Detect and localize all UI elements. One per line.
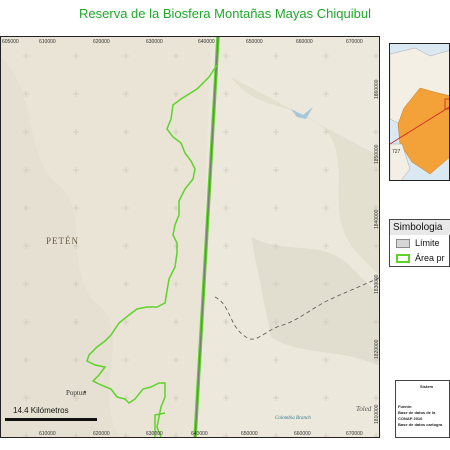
inset-canvas — [390, 44, 449, 180]
legend-swatch-protected-area — [396, 254, 410, 263]
district-label: Toled — [356, 405, 372, 413]
legend-label-protected-area: Área pr — [415, 253, 445, 263]
info-line: Fuente: — [398, 404, 413, 409]
river-label: Colombia Branch — [275, 416, 311, 421]
x-tick-bottom: 650000 — [241, 431, 258, 437]
x-tick: 670000 — [346, 39, 363, 45]
x-tick-bottom: 670000 — [346, 431, 363, 437]
info-line: Base de datos de la — [398, 410, 436, 415]
x-tick: 610000 — [39, 39, 56, 45]
town-label-poptun: Poptun — [66, 389, 86, 397]
scale-bar-label: 14.4 Kilómetros — [13, 406, 69, 415]
legend-title: Simbologia — [393, 222, 443, 233]
x-tick: 605000 — [2, 39, 19, 45]
x-tick: 620000 — [93, 39, 110, 45]
y-tick: 1850000 — [374, 144, 380, 164]
x-tick: 660000 — [296, 39, 313, 45]
region-label-peten: PETÉN — [46, 236, 79, 246]
map-title: Reserva de la Biosfera Montañas Mayas Ch… — [79, 6, 371, 21]
x-tick: 630000 — [146, 39, 163, 45]
x-tick-bottom: 630000 — [146, 431, 163, 437]
y-tick: 1840000 — [374, 209, 380, 229]
y-tick: 1860000 — [374, 79, 380, 99]
x-tick-bottom: 660000 — [294, 431, 311, 437]
x-tick-bottom: 640000 — [191, 431, 208, 437]
locator-inset-map[interactable]: 727 — [389, 43, 450, 181]
scale-bar — [5, 418, 97, 421]
info-line: Base de datos cartogra — [398, 422, 443, 427]
y-tick: 1830000 — [374, 274, 380, 294]
x-tick: 650000 — [246, 39, 263, 45]
info-header: Sistem — [420, 384, 434, 389]
x-tick-bottom: 610000 — [39, 431, 56, 437]
info-line: CONAP 2016 — [398, 416, 423, 421]
y-tick: 1810000 — [374, 404, 380, 424]
legend-label-limit: Límite — [415, 238, 440, 248]
inset-label: 727 — [392, 149, 401, 155]
legend: Simbologia Límite Área pr — [389, 219, 450, 267]
info-box: Sistem Fuente: Base de datos de la CONAP… — [395, 380, 450, 438]
y-tick: 1820000 — [374, 339, 380, 359]
x-tick: 640000 — [198, 39, 215, 45]
x-tick-bottom: 620000 — [93, 431, 110, 437]
legend-swatch-limit — [396, 239, 410, 248]
